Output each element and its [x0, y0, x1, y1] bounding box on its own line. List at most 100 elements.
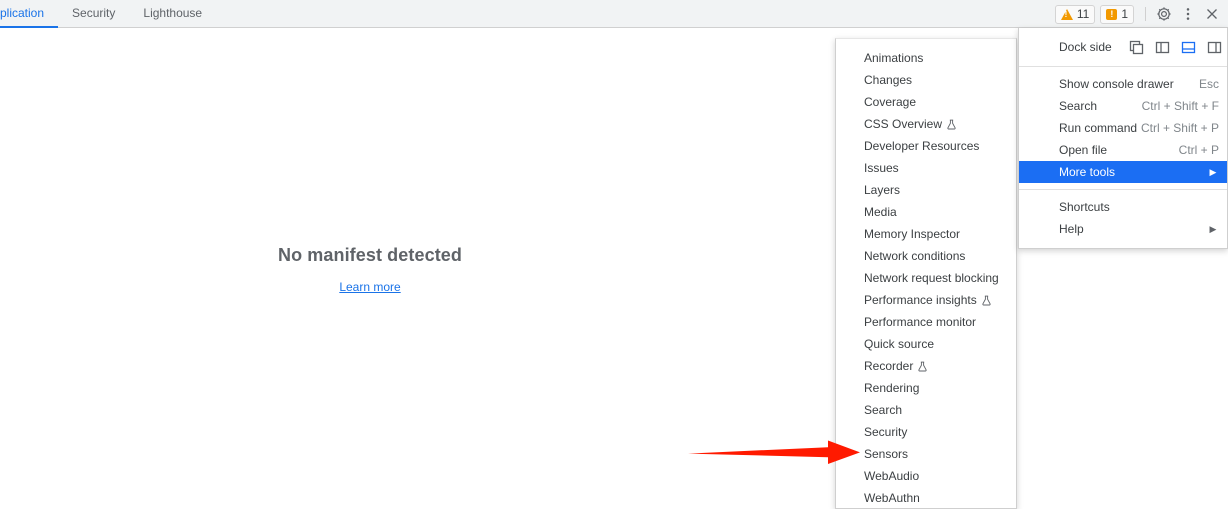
menu-item-label: WebAudio [864, 469, 920, 483]
menu-item-show-console-drawer[interactable]: Show console drawer Esc [1019, 73, 1227, 95]
empty-state-title: No manifest detected [277, 244, 463, 265]
menu-item-performance-monitor[interactable]: Performance monitor [836, 311, 1016, 333]
menu-item-label: Security [864, 425, 908, 439]
devtools-main-menu: Dock side Show console drawer Esc Search… [1018, 28, 1228, 249]
menu-item-label: Help [1059, 222, 1084, 236]
menu-item-label: WebAuthn [864, 491, 920, 505]
tab-label: Security [72, 5, 116, 20]
menu-item-run-command[interactable]: Run command Ctrl + Shift + P [1019, 117, 1227, 139]
menu-item-search[interactable]: Search [836, 399, 1016, 421]
experimental-flask-icon [981, 295, 992, 306]
warning-triangle-icon [1060, 8, 1073, 20]
menu-item-label: Changes [864, 73, 913, 87]
toolbar-right-controls: 11 1 [1054, 0, 1224, 28]
menu-item-issues[interactable]: Issues [836, 157, 1016, 179]
tab-lighthouse[interactable]: Lighthouse [129, 0, 216, 28]
menu-item-animations[interactable]: Animations [836, 47, 1016, 69]
learn-more-link[interactable]: Learn more [339, 280, 400, 294]
menu-item-open-file[interactable]: Open file Ctrl + P [1019, 139, 1227, 161]
experimental-flask-icon [946, 119, 957, 130]
menu-item-rendering[interactable]: Rendering [836, 377, 1016, 399]
menu-item-label: Show console drawer [1059, 77, 1174, 91]
menu-item-shortcut: Esc [1198, 77, 1219, 91]
menu-item-coverage[interactable]: Coverage [836, 91, 1016, 113]
menu-secondary-list: Shortcuts Help ▶ [1019, 190, 1227, 248]
menu-item-label: CSS Overview [864, 117, 943, 131]
menu-item-shortcut: Ctrl + P [1178, 143, 1219, 157]
menu-item-label: Animations [864, 51, 924, 65]
tab-application[interactable]: plication [0, 0, 59, 28]
menu-item-label: Coverage [864, 95, 917, 109]
settings-button[interactable] [1152, 2, 1176, 26]
dock-to-right-icon[interactable] [1206, 39, 1223, 56]
kebab-menu-icon [1180, 6, 1196, 22]
menu-item-network-request-blocking[interactable]: Network request blocking [836, 267, 1016, 289]
chevron-right-icon: ▶ [1209, 166, 1217, 177]
panel-tab-strip: plication Security Lighthouse [0, 0, 216, 28]
menu-item-developer-resources[interactable]: Developer Resources [836, 135, 1016, 157]
more-tools-submenu: Animations Changes Coverage CSS Overview… [835, 38, 1017, 509]
chevron-right-icon: ▶ [1209, 223, 1217, 234]
error-count: 1 [1121, 7, 1128, 21]
menu-item-help[interactable]: Help ▶ [1019, 218, 1227, 240]
menu-item-label: Memory Inspector [864, 227, 961, 241]
dock-to-bottom-icon[interactable] [1180, 39, 1197, 56]
menu-item-label: More tools [1059, 165, 1116, 179]
menu-item-label: Issues [864, 161, 899, 175]
menu-item-shortcuts[interactable]: Shortcuts [1019, 196, 1227, 218]
menu-item-shortcut: Ctrl + Shift + P [1140, 121, 1219, 135]
menu-item-media[interactable]: Media [836, 201, 1016, 223]
devtools-toolbar: plication Security Lighthouse 11 1 [0, 0, 1228, 28]
menu-item-webaudio[interactable]: WebAudio [836, 465, 1016, 487]
dock-side-options [1128, 39, 1223, 56]
undock-window-icon[interactable] [1128, 39, 1145, 56]
tab-label: plication [0, 5, 45, 20]
close-icon [1204, 6, 1220, 22]
gear-icon [1156, 6, 1172, 22]
close-devtools-button[interactable] [1200, 2, 1224, 26]
menu-item-performance-insights[interactable]: Performance insights [836, 289, 1016, 311]
menu-item-label: Network conditions [864, 249, 966, 263]
menu-item-label: Open file [1059, 143, 1108, 157]
menu-item-label: Search [864, 403, 903, 417]
menu-item-changes[interactable]: Changes [836, 69, 1016, 91]
menu-item-shortcut: Ctrl + Shift + F [1141, 99, 1219, 113]
menu-item-label: Developer Resources [864, 139, 980, 153]
menu-item-recorder[interactable]: Recorder [836, 355, 1016, 377]
error-count-badge[interactable]: 1 [1100, 4, 1134, 24]
error-square-icon [1106, 8, 1118, 20]
menu-item-label: Quick source [864, 337, 935, 351]
menu-item-label: Rendering [864, 381, 920, 395]
menu-primary-list: Show console drawer Esc Search Ctrl + Sh… [1019, 67, 1227, 189]
menu-item-sensors[interactable]: Sensors [836, 443, 1016, 465]
experimental-flask-icon [917, 361, 928, 372]
menu-item-label: Sensors [864, 447, 909, 461]
warning-count-badge[interactable]: 11 [1054, 4, 1096, 24]
menu-item-label: Shortcuts [1059, 200, 1110, 214]
menu-item-webauthn[interactable]: WebAuthn [836, 487, 1016, 509]
more-options-button[interactable] [1176, 2, 1200, 26]
menu-item-search[interactable]: Search Ctrl + Shift + F [1019, 95, 1227, 117]
menu-item-label: Recorder [864, 359, 914, 373]
menu-item-label: Run command [1059, 121, 1138, 135]
warning-count: 11 [1076, 7, 1090, 21]
menu-item-layers[interactable]: Layers [836, 179, 1016, 201]
toolbar-divider [1145, 7, 1146, 21]
menu-item-label: Layers [864, 183, 901, 197]
manifest-empty-state: No manifest detected Learn more [0, 29, 740, 509]
menu-item-security[interactable]: Security [836, 421, 1016, 443]
menu-item-label: Network request blocking [864, 271, 999, 285]
menu-item-more-tools[interactable]: More tools ▶ [1019, 161, 1227, 183]
menu-item-network-conditions[interactable]: Network conditions [836, 245, 1016, 267]
menu-item-label: Performance insights [864, 293, 977, 307]
devtools-window: plication Security Lighthouse 11 1 [0, 0, 1228, 509]
dock-to-left-icon[interactable] [1154, 39, 1171, 56]
menu-item-quick-source[interactable]: Quick source [836, 333, 1016, 355]
dock-side-row: Dock side [1019, 28, 1227, 66]
menu-item-css-overview[interactable]: CSS Overview [836, 113, 1016, 135]
menu-item-label: Media [864, 205, 897, 219]
tab-security[interactable]: Security [58, 0, 129, 28]
dock-side-label: Dock side [1059, 40, 1112, 54]
menu-item-label: Performance monitor [864, 315, 977, 329]
menu-item-memory-inspector[interactable]: Memory Inspector [836, 223, 1016, 245]
